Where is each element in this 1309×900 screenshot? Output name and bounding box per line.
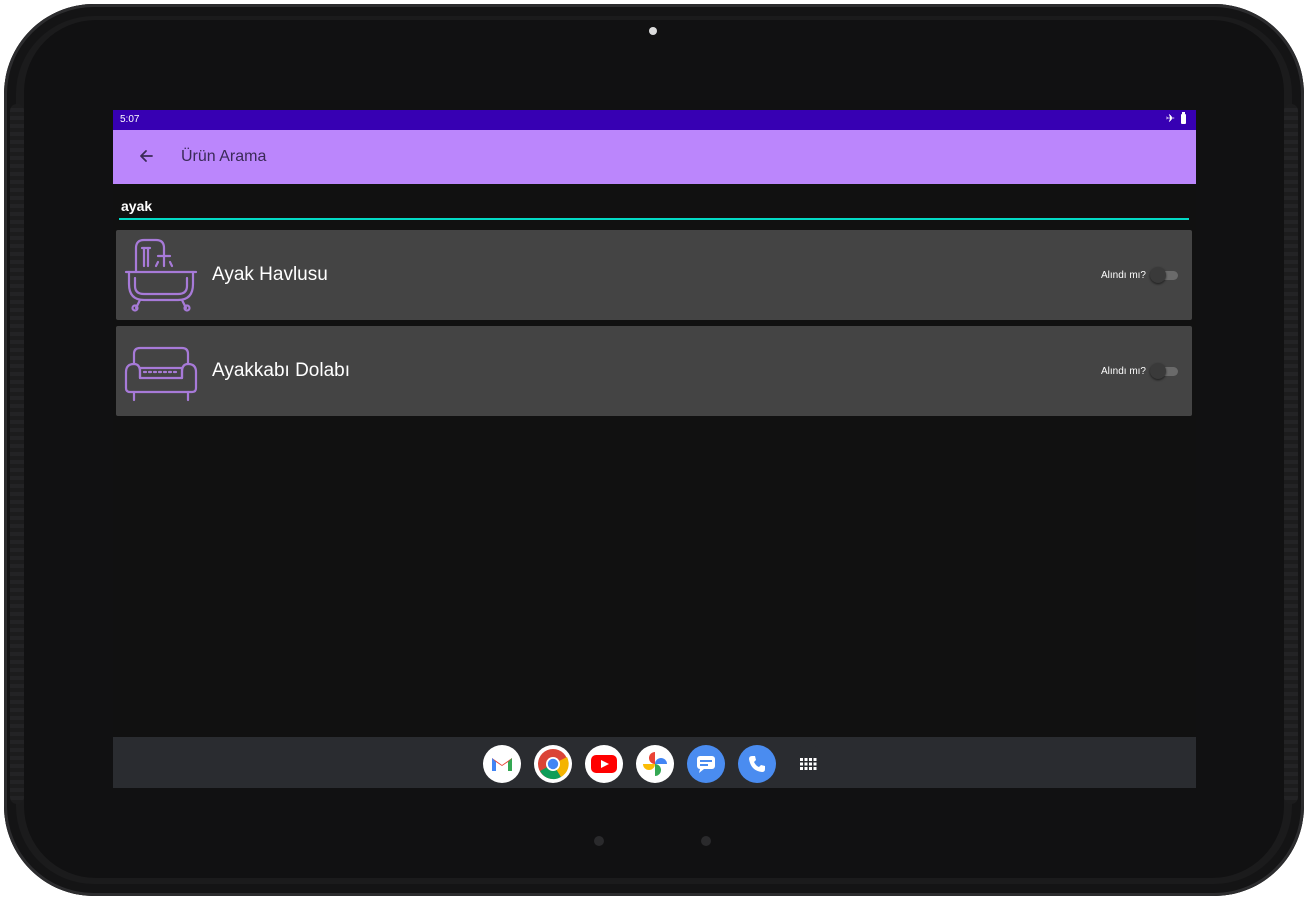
switch-thumb: [1150, 267, 1166, 283]
phone-icon[interactable]: [738, 745, 776, 783]
bathtub-icon: [124, 238, 198, 312]
switch-label: Alındı mı?: [1100, 365, 1146, 377]
sofa-icon: [124, 346, 198, 402]
app-bar: Ürün Arama: [113, 130, 1196, 184]
search-field: [119, 194, 1191, 222]
purchased-switch[interactable]: [1150, 363, 1178, 379]
screen: 5:07 ✈ Ürün Arama ayak Ayak Havlusu Alın…: [113, 110, 1196, 788]
app-dock: [483, 745, 827, 783]
gmail-icon[interactable]: [483, 745, 521, 783]
battery-icon: [1181, 112, 1186, 124]
list-item[interactable]: Ayakkabı Dolabı Alındı mı?: [116, 326, 1192, 416]
search-underline: [119, 218, 1189, 220]
photos-icon[interactable]: [636, 745, 674, 783]
product-name: Ayakkabı Dolabı: [212, 360, 351, 381]
status-icons: ✈: [1165, 112, 1186, 125]
youtube-icon[interactable]: [585, 745, 623, 783]
chrome-icon[interactable]: [534, 745, 572, 783]
switch-label: Alındı mı?: [1100, 269, 1146, 281]
side-grip: [1284, 104, 1298, 804]
back-arrow-icon[interactable]: [135, 142, 157, 170]
app-drawer-icon[interactable]: [789, 745, 827, 783]
taskbar: [113, 737, 1196, 788]
search-input[interactable]: [119, 194, 1191, 218]
side-grip: [10, 104, 24, 804]
product-name: Ayak Havlusu: [212, 264, 328, 285]
purchased-toggle: Alındı mı?: [1101, 363, 1178, 379]
page-title: Ürün Arama: [181, 148, 267, 165]
switch-thumb: [1150, 363, 1166, 379]
messages-icon[interactable]: [687, 745, 725, 783]
product-list: Ayak Havlusu Alındı mı? Ayakkabı Dolabı …: [116, 230, 1192, 422]
status-time: 5:07: [120, 114, 140, 125]
status-bar: 5:07 ✈: [113, 110, 1196, 130]
sensor-dot: [594, 836, 604, 846]
front-camera: [649, 27, 657, 35]
sensor-dot: [701, 836, 711, 846]
purchased-toggle: Alındı mı?: [1101, 267, 1178, 283]
purchased-switch[interactable]: [1150, 267, 1178, 283]
airplane-mode-icon: ✈: [1165, 113, 1175, 125]
list-item[interactable]: Ayak Havlusu Alındı mı?: [116, 230, 1192, 320]
